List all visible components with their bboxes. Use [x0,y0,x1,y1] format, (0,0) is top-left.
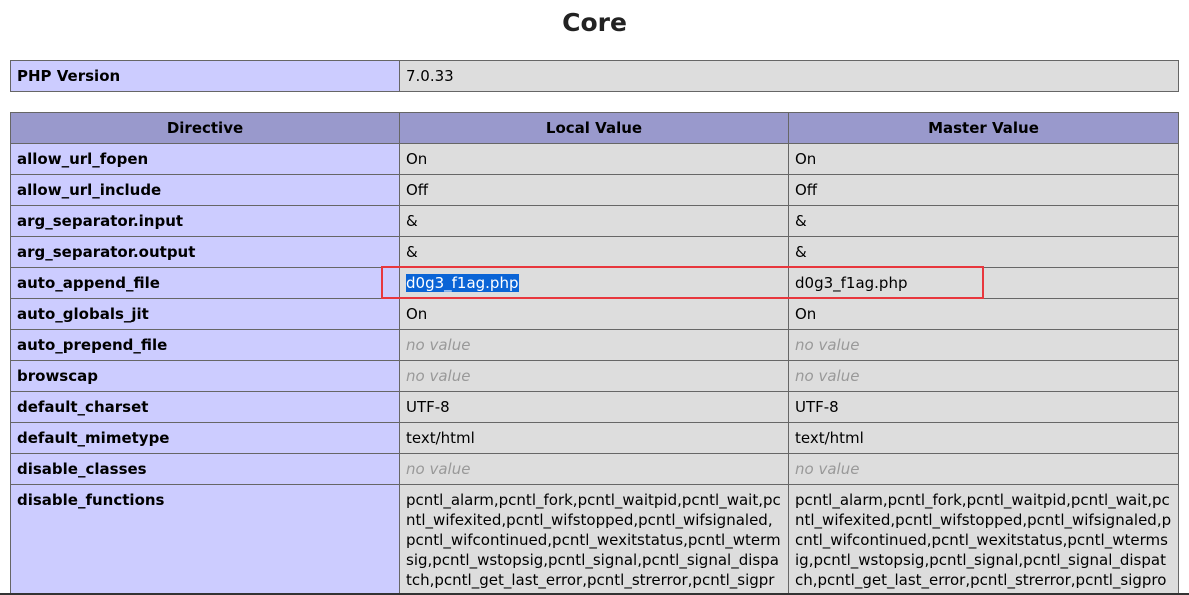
table-row: arg_separator.input & & [10,205,1179,237]
table-row: allow_url_include Off Off [10,174,1179,206]
table-row: auto_globals_jit On On [10,298,1179,330]
local-value[interactable]: no value [399,453,789,485]
phpinfo-page: Core PHP Version 7.0.33 Directive Local … [0,0,1189,595]
table-header-row: Directive Local Value Master Value [10,112,1179,144]
directive-name: disable_functions [10,484,400,595]
no-value-text: no value [406,336,471,354]
directive-name: disable_classes [10,453,400,485]
master-value[interactable]: & [788,205,1179,237]
table-row: disable_functions pcntl_alarm,pcntl_fork… [10,484,1179,595]
php-version-table: PHP Version 7.0.33 [10,60,1179,92]
directive-name: default_charset [10,391,400,423]
directive-name: auto_globals_jit [10,298,400,330]
header-directive: Directive [10,112,400,144]
directive-name: allow_url_fopen [10,143,400,175]
no-value-text: no value [795,460,860,478]
master-value[interactable]: text/html [788,422,1179,454]
no-value-text: no value [406,367,471,385]
php-version-label: PHP Version [10,60,400,92]
local-value[interactable]: UTF-8 [399,391,789,423]
directive-name: browscap [10,360,400,392]
directive-name: default_mimetype [10,422,400,454]
directive-name: arg_separator.input [10,205,400,237]
master-value[interactable]: d0g3_f1ag.php [788,267,1179,299]
table-row: allow_url_fopen On On [10,143,1179,175]
directive-name: allow_url_include [10,174,400,206]
master-value[interactable]: pcntl_alarm,pcntl_fork,pcntl_waitpid,pcn… [788,484,1179,595]
no-value-text: no value [795,336,860,354]
local-value[interactable]: & [399,205,789,237]
table-row: default_charset UTF-8 UTF-8 [10,391,1179,423]
local-value[interactable]: no value [399,360,789,392]
selected-text[interactable]: d0g3_f1ag.php [406,274,519,292]
local-value[interactable]: On [399,143,789,175]
master-value[interactable]: & [788,236,1179,268]
master-value[interactable]: Off [788,174,1179,206]
php-version-value[interactable]: 7.0.33 [399,60,1179,92]
master-value[interactable]: On [788,298,1179,330]
master-value[interactable]: UTF-8 [788,391,1179,423]
master-value[interactable]: no value [788,360,1179,392]
php-version-row: PHP Version 7.0.33 [10,60,1179,92]
master-value[interactable]: On [788,143,1179,175]
no-value-text: no value [795,367,860,385]
table-row: default_mimetype text/html text/html [10,422,1179,454]
table-row: arg_separator.output & & [10,236,1179,268]
section-title: Core [562,8,627,37]
core-directives-table: Directive Local Value Master Value allow… [10,112,1179,595]
header-master-value: Master Value [788,112,1179,144]
master-value[interactable]: no value [788,453,1179,485]
no-value-text: no value [406,460,471,478]
local-value[interactable]: Off [399,174,789,206]
table-row: auto_prepend_file no value no value [10,329,1179,361]
table-row-highlighted: auto_append_file d0g3_f1ag.php d0g3_f1ag… [10,267,1179,299]
directive-name: auto_append_file [10,267,400,299]
local-value[interactable]: On [399,298,789,330]
local-value[interactable]: no value [399,329,789,361]
directive-name: auto_prepend_file [10,329,400,361]
master-value[interactable]: no value [788,329,1179,361]
table-row: browscap no value no value [10,360,1179,392]
header-local-value: Local Value [399,112,789,144]
local-value[interactable]: d0g3_f1ag.php [399,267,789,299]
local-value[interactable]: & [399,236,789,268]
local-value[interactable]: pcntl_alarm,pcntl_fork,pcntl_waitpid,pcn… [399,484,789,595]
local-value[interactable]: text/html [399,422,789,454]
directive-name: arg_separator.output [10,236,400,268]
table-row: disable_classes no value no value [10,453,1179,485]
